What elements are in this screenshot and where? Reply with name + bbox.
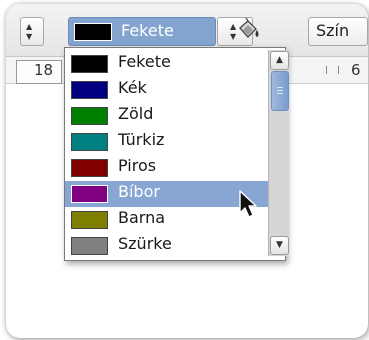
color-item-label: Szürke: [118, 234, 172, 253]
color-swatch: [71, 107, 108, 125]
ruler-left-value: 18: [34, 61, 54, 79]
color-swatch: [71, 237, 108, 255]
color-swatch: [71, 185, 108, 203]
color-item-label: Fekete: [118, 52, 171, 71]
color-dropdown-list[interactable]: Fekete Kék Zöld Türkiz Piros Bíbor Barna…: [64, 47, 289, 261]
color-item-label: Bíbor: [118, 182, 160, 201]
color-item-label: Türkiz: [118, 130, 165, 149]
scrollbar-thumb[interactable]: [271, 71, 289, 111]
color-item-zold[interactable]: Zöld: [65, 103, 289, 129]
scroll-up-icon[interactable]: ▲: [270, 51, 289, 70]
color-button-label: Szín: [316, 21, 350, 40]
spin-up-icon: ▲: [26, 22, 33, 31]
color-combobox[interactable]: Fekete ▲ ▼: [68, 17, 253, 46]
selected-color-swatch: [74, 23, 112, 41]
color-item-szurke[interactable]: Szürke: [65, 233, 289, 259]
left-spin-button[interactable]: ▲ ▼: [20, 17, 44, 46]
color-item-kek[interactable]: Kék: [65, 77, 289, 103]
color-button[interactable]: Szín: [308, 17, 368, 46]
color-item-label: Kék: [118, 78, 147, 97]
color-swatch: [71, 55, 108, 73]
color-swatch: [71, 211, 108, 229]
color-item-label: Zöld: [118, 104, 154, 123]
ruler-tick: [338, 66, 339, 74]
mouse-pointer-icon: [239, 190, 257, 218]
dropdown-scrollbar[interactable]: ▲ ▼: [268, 50, 289, 256]
color-item-label: Piros: [118, 156, 157, 175]
scroll-down-icon[interactable]: ▼: [270, 236, 289, 255]
color-swatch: [71, 81, 108, 99]
ruler-right-value: 6: [351, 61, 361, 79]
color-swatch: [71, 133, 108, 151]
spin-down-icon: ▼: [26, 32, 33, 41]
color-swatch: [71, 159, 108, 177]
color-item-fekete[interactable]: Fekete: [65, 51, 289, 77]
selected-color-label: Fekete: [121, 21, 174, 40]
color-item-piros[interactable]: Piros: [65, 155, 289, 181]
ruler-tick: [326, 66, 327, 74]
color-item-label: Barna: [118, 208, 166, 227]
fill-bucket-icon[interactable]: [234, 18, 262, 44]
color-item-turkiz[interactable]: Türkiz: [65, 129, 289, 155]
